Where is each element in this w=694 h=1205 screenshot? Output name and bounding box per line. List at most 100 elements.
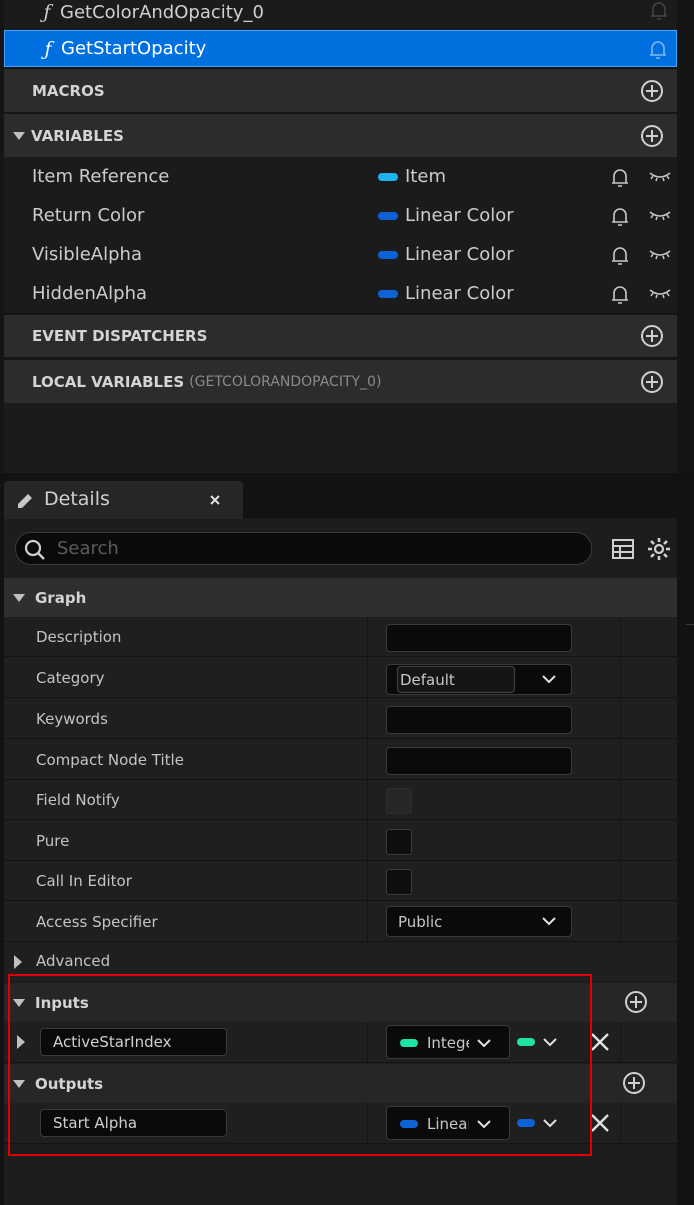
field-notify-checkbox[interactable]: [386, 788, 412, 814]
column-divider: [620, 1022, 621, 1062]
event-dispatchers-section-header[interactable]: EVENT DISPATCHERS: [4, 315, 677, 357]
column-divider: [620, 902, 621, 941]
macros-section-header[interactable]: MACROS: [4, 69, 677, 112]
macros-label: MACROS: [32, 81, 105, 100]
bell-icon[interactable]: [610, 167, 630, 189]
column-divider: [367, 699, 368, 738]
add-variable-icon[interactable]: [640, 124, 664, 148]
eye-closed-icon[interactable]: [648, 286, 672, 300]
function-icon: ƒ: [44, 37, 52, 60]
keywords-field[interactable]: [386, 706, 572, 734]
add-event-dispatcher-icon[interactable]: [640, 324, 664, 348]
column-divider: [367, 740, 368, 779]
category-text-field[interactable]: Default: [397, 666, 515, 693]
add-local-variable-icon[interactable]: [640, 370, 664, 394]
details-tab-title: Details: [44, 488, 110, 510]
expand-arrow-icon[interactable]: [14, 955, 22, 969]
variable-name: Return Color: [32, 205, 145, 226]
property-row-call-in-editor: Call In Editor: [4, 861, 677, 901]
function-item-getstartopacity[interactable]: ƒ GetStartOpacity: [4, 30, 677, 67]
local-variables-section-header[interactable]: LOCAL VARIABLES (GETCOLORANDOPACITY_0): [4, 360, 677, 403]
property-label: Compact Node Title: [36, 751, 184, 769]
graph-section-label: Graph: [35, 588, 87, 607]
type-pin-icon: [378, 211, 398, 220]
chevron-down-icon: [542, 917, 556, 926]
property-row-description: Description: [4, 617, 677, 657]
variable-row[interactable]: Item Reference Item: [4, 157, 677, 196]
property-label: Field Notify: [36, 791, 120, 809]
pure-checkbox[interactable]: [386, 829, 412, 855]
bell-icon[interactable]: [649, 0, 669, 22]
details-icon: [18, 494, 32, 508]
column-divider: [367, 861, 368, 900]
bell-icon[interactable]: [648, 39, 668, 61]
collapse-arrow-icon[interactable]: [13, 593, 25, 602]
call-in-editor-checkbox[interactable]: [386, 869, 412, 895]
type-pin-icon: [378, 289, 398, 298]
variable-name: VisibleAlpha: [32, 244, 142, 265]
category-value: Default: [400, 671, 455, 689]
bell-icon[interactable]: [610, 245, 630, 267]
event-dispatchers-label: EVENT DISPATCHERS: [32, 327, 208, 345]
table-view-icon[interactable]: [611, 537, 635, 561]
column-divider: [620, 821, 621, 860]
details-tab[interactable]: Details: [4, 481, 243, 519]
column-divider: [367, 617, 368, 656]
column-divider: [367, 780, 368, 819]
category-combo[interactable]: Default: [386, 664, 572, 695]
variable-name: HiddenAlpha: [32, 283, 148, 304]
eye-closed-icon[interactable]: [648, 208, 672, 222]
property-label: Access Specifier: [36, 913, 158, 931]
chevron-down-icon: [542, 675, 556, 684]
close-icon[interactable]: [209, 494, 221, 506]
eye-closed-icon[interactable]: [648, 247, 672, 261]
variable-row[interactable]: HiddenAlpha Linear Color: [4, 274, 677, 313]
property-label: Keywords: [36, 710, 108, 728]
graph-section-header[interactable]: Graph: [4, 578, 677, 617]
search-input[interactable]: Search: [15, 532, 592, 565]
property-label: Description: [36, 628, 122, 646]
property-row-pure: Pure: [4, 821, 677, 861]
variable-row[interactable]: Return Color Linear Color: [4, 196, 677, 235]
property-row-access-specifier: Access Specifier Public: [4, 902, 677, 942]
column-divider: [620, 1103, 621, 1143]
description-field[interactable]: [386, 624, 572, 652]
bell-icon[interactable]: [610, 206, 630, 228]
gear-icon[interactable]: [647, 537, 671, 561]
property-row-category: Category Default: [4, 658, 677, 698]
add-output-icon[interactable]: [622, 1071, 646, 1095]
function-item-getcolorandopacity[interactable]: ƒ GetColorAndOpacity_0: [4, 0, 677, 30]
add-macro-icon[interactable]: [640, 79, 664, 103]
property-row-compact-node-title: Compact Node Title: [4, 740, 677, 780]
variables-section-header[interactable]: VARIABLES: [4, 114, 677, 157]
function-label: GetStartOpacity: [61, 38, 207, 59]
panel-divider: [686, 624, 694, 625]
column-divider: [620, 740, 621, 779]
property-row-field-notify: Field Notify: [4, 780, 677, 820]
add-input-icon[interactable]: [624, 990, 648, 1014]
local-variables-scope: (GETCOLORANDOPACITY_0): [189, 373, 382, 390]
eye-closed-icon[interactable]: [648, 169, 672, 183]
bell-icon[interactable]: [610, 284, 630, 306]
variable-row[interactable]: VisibleAlpha Linear Color: [4, 235, 677, 274]
remove-output-icon[interactable]: [589, 1112, 611, 1134]
column-divider: [620, 617, 621, 656]
type-pin-icon: [378, 172, 398, 181]
access-specifier-value: Public: [398, 913, 443, 931]
function-icon: ƒ: [43, 1, 51, 23]
property-label: Call In Editor: [36, 872, 132, 890]
search-icon: [24, 539, 45, 560]
access-specifier-dropdown[interactable]: Public: [386, 906, 572, 937]
variable-name: Item Reference: [32, 166, 170, 187]
property-label: Pure: [36, 832, 70, 850]
collapse-arrow-icon[interactable]: [13, 131, 25, 140]
highlight-box: [8, 974, 592, 1156]
column-divider: [367, 658, 368, 697]
remove-input-icon[interactable]: [589, 1031, 611, 1053]
compact-node-title-field[interactable]: [386, 747, 572, 775]
variable-type: Linear Color: [405, 283, 514, 304]
column-divider: [620, 658, 621, 697]
advanced-label: Advanced: [36, 952, 111, 970]
column-divider: [620, 861, 621, 900]
search-placeholder: Search: [57, 538, 119, 559]
